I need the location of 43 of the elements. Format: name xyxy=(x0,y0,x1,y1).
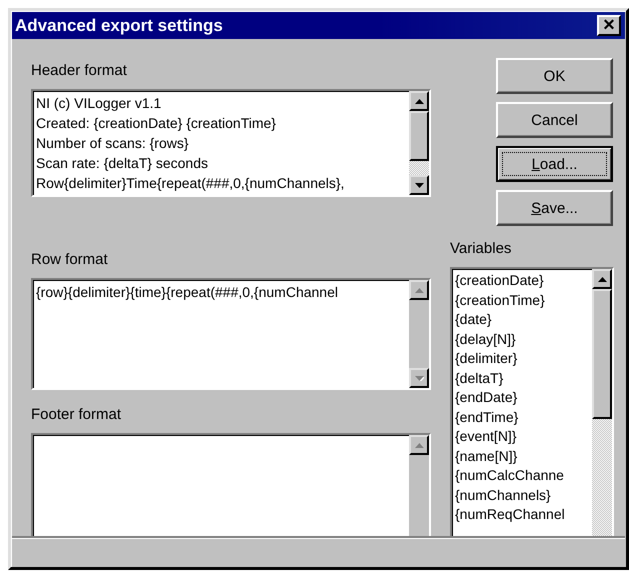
up-arrow-icon xyxy=(598,276,606,282)
dialog-button[interactable]: Cancel xyxy=(496,102,613,138)
list-item[interactable]: {event[N]} xyxy=(455,427,516,446)
up-arrow-icon xyxy=(414,442,424,448)
up-arrow-icon xyxy=(414,98,424,104)
field-label: Row format xyxy=(31,251,109,268)
scrollbar[interactable] xyxy=(592,269,612,536)
list-item[interactable]: {deltaT} xyxy=(455,368,504,388)
field-label: Header format xyxy=(31,62,128,79)
list-item[interactable]: {name[N]} xyxy=(455,446,518,466)
field-label: Footer format xyxy=(31,406,122,423)
dialog-button[interactable]: OK xyxy=(496,58,613,94)
scrollbar[interactable] xyxy=(409,91,429,195)
list-item[interactable]: {numCalcChanne xyxy=(455,466,564,486)
text-line: Created: {creationDate} {creationTime} xyxy=(36,114,276,133)
list-item[interactable]: {endTime} xyxy=(455,408,518,427)
dialog-button[interactable]: Save... xyxy=(496,190,613,226)
up-arrow-icon xyxy=(414,288,424,292)
text-line: Row{delimiter}Time{repeat(###,0,{numChannels}, xyxy=(36,174,344,193)
text-line: Scan rate: {deltaT} seconds xyxy=(36,154,208,173)
close-button[interactable]: × xyxy=(597,15,621,36)
list-item[interactable]: {numChannels} xyxy=(455,486,551,505)
variables-list[interactable]: {creationDate} {creationTime} {date} {delay[N]} {delimiter} {deltaT} {endDate} {endTime} {event[N]} {name[N]} {numCalcChanne {numChannels} {numReqChannel xyxy=(450,267,614,536)
text-area[interactable]: NI (c) VILogger v1.1 Created: {creationDate} {creationTime} Number of scans: {rows} Scan rate: {deltaT} seconds Row{delimiter}Time{repeat(###,0,{numChannels}, xyxy=(31,89,431,197)
dialog-button[interactable]: Load... xyxy=(496,146,613,182)
text-line: Number of scans: {rows} xyxy=(36,134,189,153)
text-area[interactable] xyxy=(31,433,431,536)
list-item[interactable]: {delimiter} xyxy=(455,349,518,368)
list-item[interactable]: {delay[N]} xyxy=(455,330,516,349)
list-item[interactable]: {creationDate} xyxy=(455,271,544,290)
window-title: Advanced export settings xyxy=(15,16,223,36)
list-item[interactable]: {date} xyxy=(455,310,492,330)
list-item[interactable]: {numReqChannel xyxy=(455,505,565,524)
down-arrow-icon xyxy=(414,182,424,188)
scrollbar[interactable] xyxy=(409,435,429,536)
scrollbar[interactable] xyxy=(409,280,429,388)
list-item[interactable]: {endDate} xyxy=(455,388,518,408)
down-arrow-icon xyxy=(414,376,424,380)
text-line: {row}{delimiter}{time}{repeat(###,0,{numChannel xyxy=(36,283,338,302)
text-line: NI (c) VILogger v1.1 xyxy=(36,94,162,113)
field-label: Variables xyxy=(450,240,512,257)
list-item[interactable]: {creationTime} xyxy=(455,290,545,310)
text-area[interactable]: {row}{delimiter}{time}{repeat(###,0,{numChannel xyxy=(31,278,431,390)
